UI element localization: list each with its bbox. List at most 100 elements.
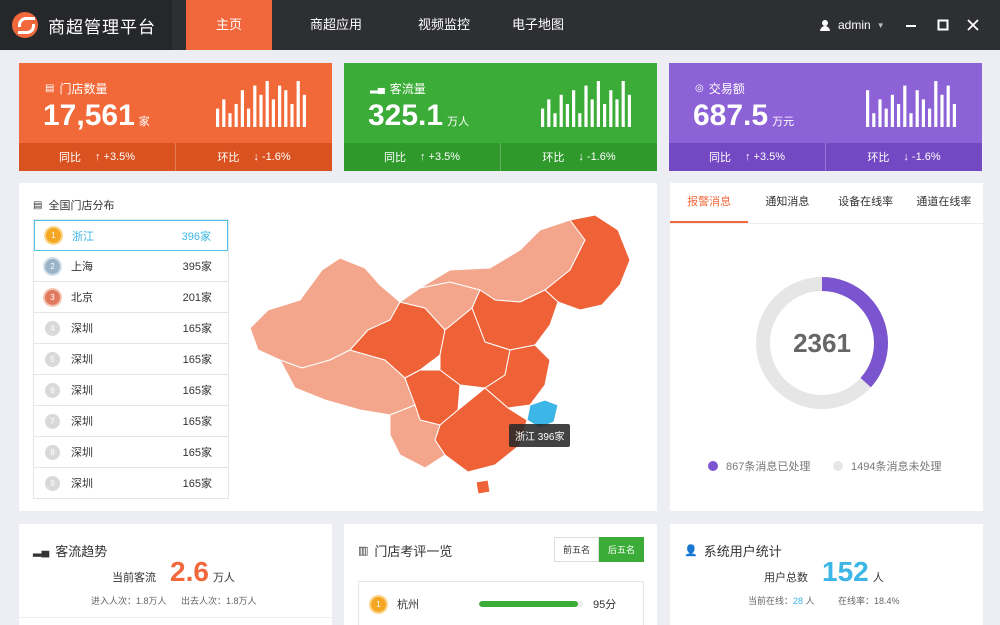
nav-item-video[interactable]: 视频监控: [400, 0, 488, 50]
rank-number-icon: 4: [45, 320, 60, 336]
mom-label: 环比: [867, 152, 890, 164]
top-five-button[interactable]: 前五名: [554, 537, 600, 562]
traffic-in-text: 进入人次：1.8万人: [91, 596, 167, 606]
mini-bar: [284, 90, 288, 127]
ranking-city: 深圳: [71, 354, 93, 366]
score-progress-bar: [479, 601, 583, 607]
panel-title: 客流趋势: [55, 544, 108, 559]
mom-value: -1.6%: [586, 151, 616, 163]
mini-bar: [596, 81, 600, 127]
legend-processed-label: 867条消息已处理: [726, 461, 811, 473]
ranking-count: 396家: [181, 230, 211, 243]
mini-bar: [946, 85, 950, 127]
store-icon: ▤: [33, 199, 43, 211]
yoy-value: +3.5%: [753, 151, 786, 163]
mini-bar: [884, 108, 888, 127]
nav-item-home[interactable]: 主页: [186, 0, 272, 50]
rank-number-icon: 7: [45, 413, 60, 429]
ranking-city: 深圳: [71, 323, 93, 335]
medal-bronze-icon: 3: [45, 289, 60, 305]
user-stats-panel: 👤 系统用户统计 用户总数 152 人 当前在线：28 人 在线率：18.4%: [670, 524, 983, 625]
rank-number-icon: 5: [45, 351, 60, 367]
mini-bar: [940, 94, 944, 127]
ranking-row[interactable]: 7 深圳 165家: [34, 406, 228, 437]
ranking-row[interactable]: 6 深圳 165家: [34, 375, 228, 406]
legend-dot: [708, 461, 718, 471]
traffic-out-text: 出去人次：1.8万人: [181, 596, 257, 606]
mini-bar: [253, 85, 257, 127]
medal-gold-icon: 1: [46, 228, 61, 243]
minimize-button[interactable]: [896, 0, 926, 50]
ranking-count: 165家: [182, 385, 212, 397]
ranking-row[interactable]: 2 上海 395家: [34, 251, 228, 282]
logo-icon: [12, 12, 38, 38]
china-map[interactable]: [240, 210, 640, 500]
tab-device-online-rate[interactable]: 设备在线率: [827, 183, 905, 223]
online-unit: 人: [805, 596, 815, 606]
mini-bar: [271, 99, 275, 127]
total-users-value: 152: [822, 556, 869, 587]
mom-label: 环比: [542, 152, 565, 164]
review-score: 95分: [593, 599, 617, 611]
online-prefix: 当前在线：: [748, 596, 794, 606]
bottom-five-button[interactable]: 后五名: [599, 537, 645, 562]
ranking-row[interactable]: 4 深圳 165家: [34, 313, 228, 344]
ranking-city: 深圳: [71, 416, 93, 428]
close-button[interactable]: [958, 0, 988, 50]
online-users-text: 当前在线：28 人: [748, 594, 815, 607]
mini-bar: [897, 104, 901, 127]
ranking-row[interactable]: 9 深圳 165家: [34, 468, 228, 499]
mini-bar: [278, 85, 282, 127]
maximize-button[interactable]: [928, 0, 958, 50]
medal-silver-icon: 2: [45, 258, 60, 274]
total-users-unit: 人: [872, 572, 884, 584]
review-row[interactable]: 1 杭州 95分: [359, 582, 643, 625]
arrow-up-icon: ↑: [419, 151, 426, 163]
map-region-hainan[interactable]: [475, 479, 491, 495]
ranking-row[interactable]: 3 北京 201家: [34, 282, 228, 313]
current-traffic-value: 2.6: [170, 556, 209, 587]
legend-processed: 867条消息已处理: [708, 458, 810, 474]
mini-bar: [584, 85, 588, 127]
stat-title: 客流量: [389, 82, 426, 96]
ranking-row[interactable]: 5 深圳 165家: [34, 344, 228, 375]
current-traffic-unit: 万人: [212, 572, 235, 584]
current-traffic-label: 当前客流: [112, 572, 156, 584]
mini-bar: [952, 104, 956, 127]
score-progress-fill: [479, 601, 578, 607]
tab-channel-online-rate[interactable]: 通道在线率: [905, 183, 983, 223]
mini-bar: [565, 104, 569, 127]
stat-card-stores: ▤ 门店数量 17,561 家 同比 ↑ +3.5% 环比 ↓ -1.6%: [19, 63, 332, 171]
tab-notification[interactable]: 通知消息: [748, 183, 826, 223]
main-nav: 主页 商超应用 视频监控 电子地图: [186, 0, 588, 50]
stat-value: 687.5: [693, 99, 769, 132]
user-menu[interactable]: admin ▼: [820, 0, 885, 50]
nav-item-map[interactable]: 电子地图: [488, 0, 588, 50]
store-ranking-list: 1 浙江 396家 2 上海 395家 3 北京 201家 4 深圳 165家 5 深圳 165家 …: [33, 219, 229, 499]
ranking-city: 深圳: [71, 385, 93, 397]
coins-icon: ◎: [695, 83, 704, 94]
mini-bar: [216, 108, 220, 127]
mom-value: -1.6%: [911, 151, 941, 163]
rank-number-icon: 8: [45, 444, 60, 460]
top-bar: 商超管理平台 主页 商超应用 视频监控 电子地图 admin ▼: [0, 0, 1000, 50]
mini-bar: [928, 108, 932, 127]
tab-alarm[interactable]: 报警消息: [670, 183, 749, 223]
mini-bar: [247, 108, 251, 127]
nav-item-apps[interactable]: 商超应用: [272, 0, 400, 50]
ranking-row[interactable]: 1 浙江 396家: [34, 220, 228, 251]
yoy-value: +3.5%: [103, 151, 136, 163]
ranking-city: 北京: [71, 292, 93, 304]
ranking-city: 深圳: [71, 447, 93, 459]
ranking-count: 165家: [182, 416, 212, 428]
user-name: admin: [838, 18, 871, 32]
ranking-count: 165家: [182, 323, 212, 335]
user-icon: 👤: [684, 545, 698, 557]
ranking-count: 165家: [182, 447, 212, 459]
ranking-row[interactable]: 8 深圳 165家: [34, 437, 228, 468]
legend-unprocessed-label: 1494条消息未处理: [851, 461, 942, 473]
legend-dot: [833, 461, 843, 471]
mini-bar: [265, 81, 269, 127]
mini-bar: [541, 108, 545, 127]
map-tooltip: 浙江 396家: [509, 424, 571, 447]
